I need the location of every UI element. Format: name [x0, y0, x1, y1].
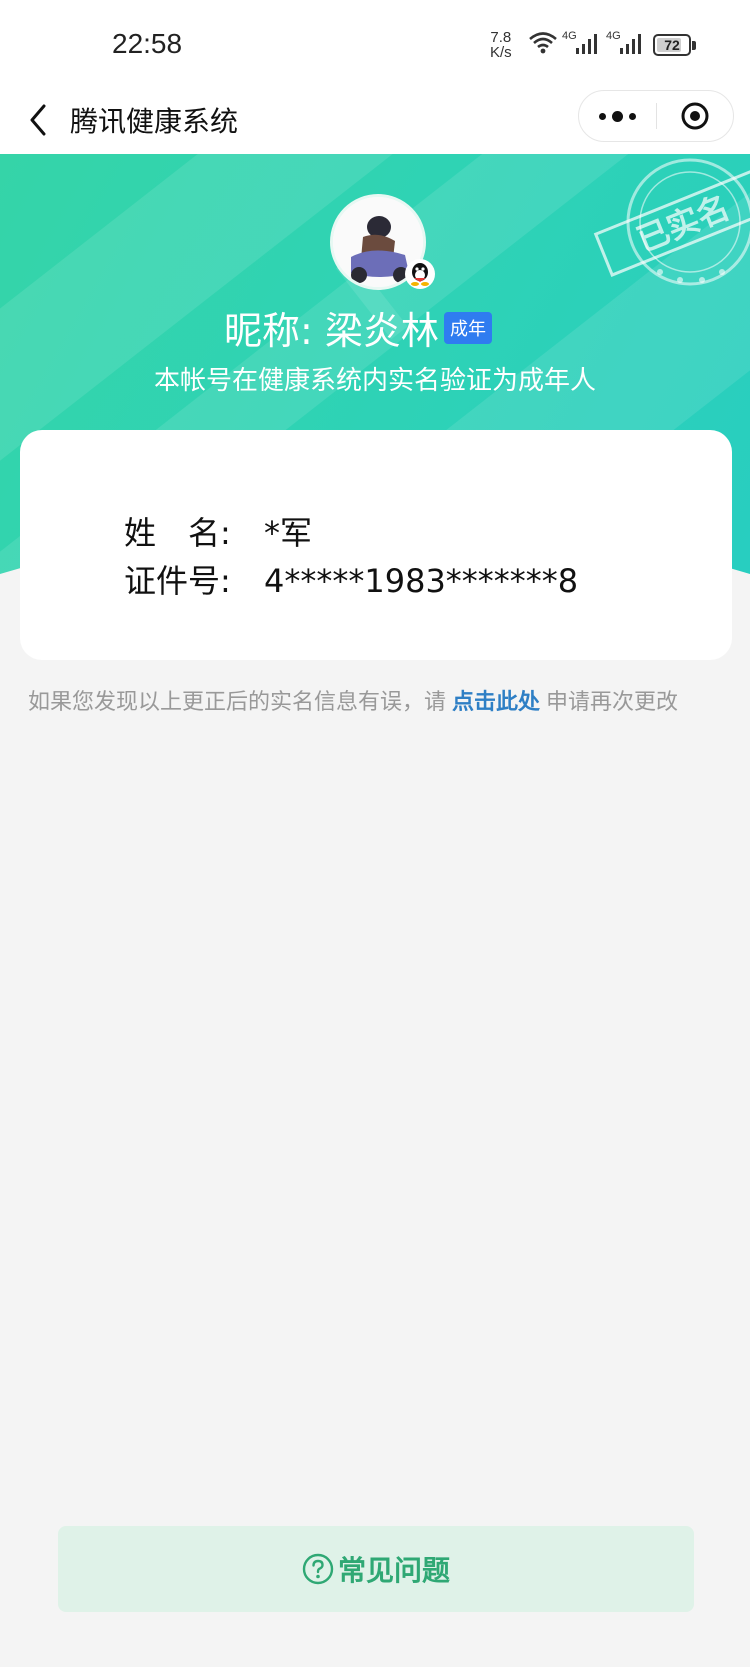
net-speed-value: 7.8 — [490, 29, 512, 46]
id-value: 4*****1983*******8 — [264, 562, 579, 600]
battery-level: 72 — [664, 37, 680, 53]
click-here-link[interactable]: 点击此处 — [452, 690, 540, 715]
identity-card: 姓 名: *军 证件号: 4*****1983*******8 — [20, 430, 732, 660]
id-row: 证件号: 4*****1983*******8 — [124, 556, 578, 602]
net-speed: 7.8 K/s — [490, 30, 512, 60]
name-row: 姓 名: *军 — [124, 508, 312, 554]
note-prefix: 如果您发现以上更正后的实名信息有误，请 — [28, 690, 447, 715]
status-bar: 22:58 7.8 K/s 4G 4G 72 — [0, 0, 750, 88]
net-speed-unit: K/s — [490, 44, 512, 61]
more-dots-icon[interactable] — [579, 91, 655, 141]
age-badge: 成年 — [444, 312, 492, 344]
qq-penguin-icon — [405, 259, 435, 289]
page-title: 腾讯健康系统 — [70, 105, 239, 138]
name-label: 姓 名: — [124, 514, 231, 552]
correction-note: 如果您发现以上更正后的实名信息有误，请 点击此处 申请再次更改 — [28, 684, 678, 716]
chevron-left-icon[interactable] — [20, 98, 60, 142]
nav-bar: 腾讯健康系统 — [0, 88, 750, 154]
faq-button[interactable]: 常见问题 — [58, 1526, 694, 1612]
faq-label: 常见问题 — [337, 1554, 450, 1587]
question-circle-icon — [302, 1553, 334, 1585]
nickname: 昵称: 梁炎林 — [224, 309, 439, 353]
target-circle-icon[interactable] — [657, 91, 733, 141]
battery-icon: 72 — [653, 34, 696, 56]
wifi-icon — [529, 32, 557, 54]
signal-icon-2 — [620, 34, 641, 54]
name-value: *军 — [264, 514, 313, 552]
verified-stamp: 已实名 — [593, 158, 750, 286]
status-time: 22:58 — [112, 28, 183, 59]
mini-program-capsule — [578, 90, 734, 142]
signal-icon — [576, 34, 597, 54]
note-suffix: 申请再次更改 — [546, 690, 679, 715]
verification-description: 本帐号在健康系统内实名验证为成年人 — [153, 366, 596, 396]
id-label: 证件号: — [124, 562, 231, 600]
